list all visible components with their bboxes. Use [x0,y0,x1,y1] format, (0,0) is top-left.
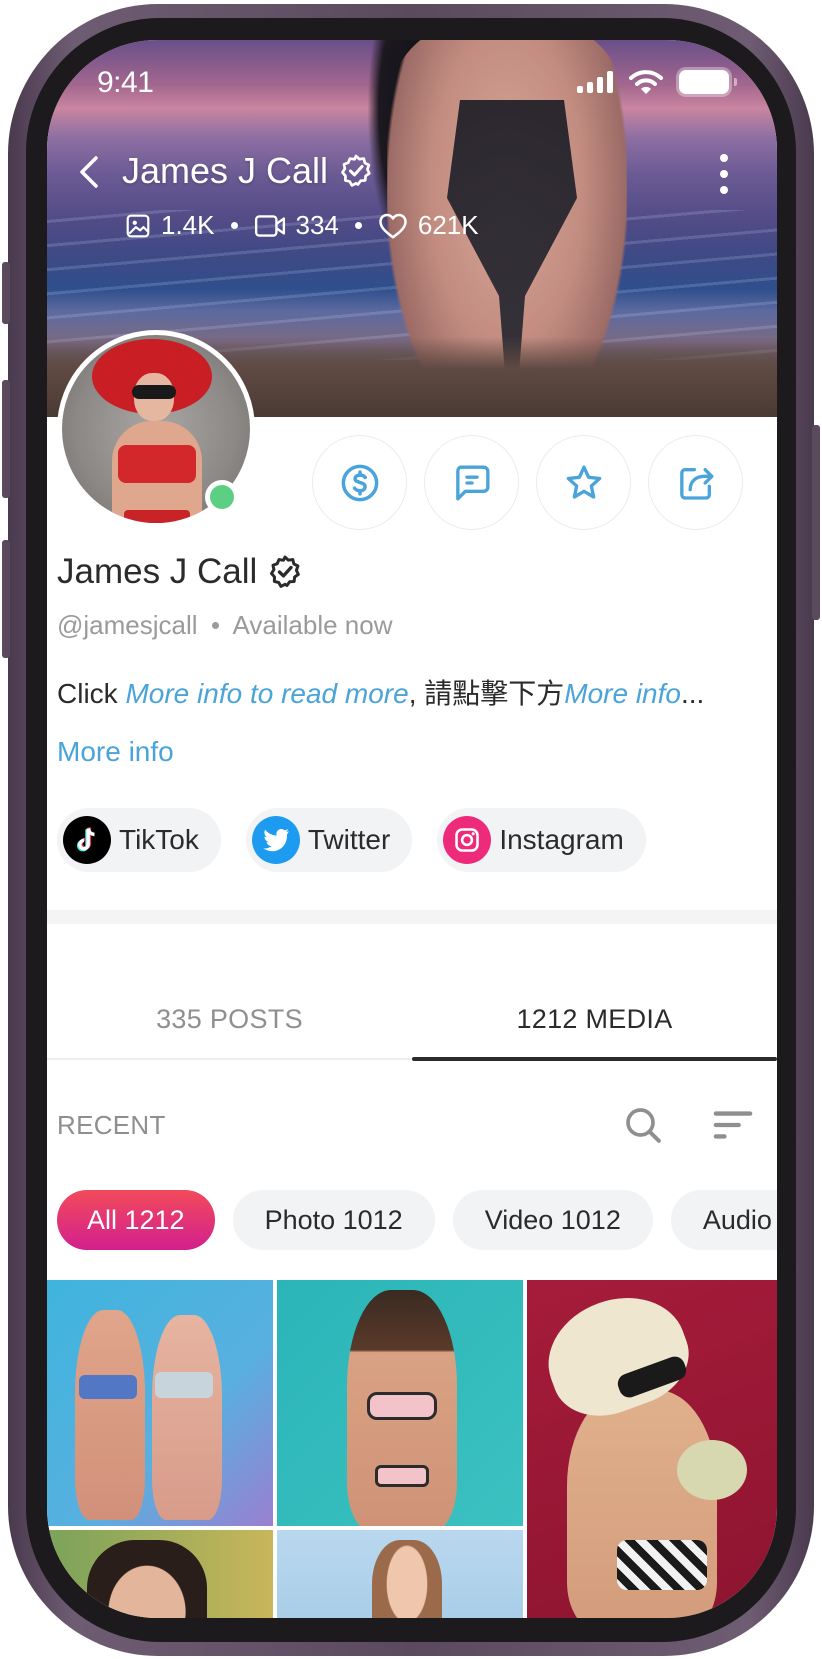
profile-name: James J Call [57,552,303,592]
dollar-circle-icon [341,464,378,501]
social-chip-tiktok[interactable]: TikTok [57,808,221,872]
back-button[interactable] [69,150,109,194]
more-info-link[interactable]: More info [57,736,174,768]
media-grid [47,1280,777,1618]
recent-label: RECENT [57,1109,166,1140]
stat-images-value: 1.4K [161,210,215,240]
instagram-icon [443,816,492,864]
status-time: 9:41 [97,66,154,99]
separator-dot [354,222,362,229]
filter-audio[interactable]: Audio [670,1190,777,1250]
filter-photo[interactable]: Photo 1012 [232,1190,435,1250]
stat-likes-value: 621K [417,210,479,240]
status-icons [577,70,737,94]
social-chip-twitter[interactable]: Twitter [245,808,413,872]
recent-toolbar: RECENT [57,1103,757,1147]
avatar-bottom [124,510,190,523]
header-title-text: James J Call [122,150,329,191]
header-stats: 1.4K 334 621K [125,210,479,241]
filter-video[interactable]: Video 1012 [452,1190,653,1250]
verified-badge-icon [341,154,371,187]
tip-button[interactable] [312,435,407,530]
search-button[interactable] [619,1101,667,1149]
bio: Click More info to read more, 請點擊下方More … [57,672,704,712]
more-vertical-icon [720,154,728,162]
tab-media[interactable]: 1212 MEDIA [412,980,777,1061]
bio-prefix: Click [57,678,126,709]
stat-images: 1.4K [125,210,215,241]
video-icon [254,214,285,237]
content-tabs: 335 POSTS 1212 MEDIA [47,980,777,1061]
profile-name-text: James J Call [57,552,258,591]
bio-middle: , 請點擊下方 [408,678,565,709]
share-button[interactable] [648,435,743,530]
header-title: James J Call [122,150,374,192]
media-tile[interactable] [277,1530,523,1618]
profile-meta: @jamesjcall Available now [57,610,393,641]
mute-switch [2,262,10,324]
message-button[interactable] [424,435,519,530]
avatar-glasses [132,385,176,399]
filter-all[interactable]: All 1212 [57,1190,215,1250]
stat-videos-value: 334 [295,210,339,240]
media-filters: All 1212 Photo 1012 Video 1012 Audio [57,1190,777,1250]
social-label-tiktok: TikTok [119,824,199,855]
profile-handle: @jamesjcall [57,610,198,640]
message-square-icon [455,465,489,501]
power-button [812,425,820,620]
social-label-twitter: Twitter [307,824,391,855]
stat-likes: 621K [378,210,479,241]
online-status-indicator [205,480,239,514]
share-icon [679,467,713,500]
media-tile[interactable] [47,1280,273,1526]
bio-link-more-info-2[interactable]: More info [564,678,681,709]
social-label-instagram: Instagram [499,824,624,855]
social-links: TikTok Twitter Instagram [57,808,646,872]
bio-link-more-info[interactable]: More info to read more [125,678,408,709]
separator-dot [211,622,219,629]
separator-dot [230,222,238,229]
image-icon [126,214,150,237]
tiktok-icon [63,816,111,864]
verified-badge-icon [270,555,301,588]
more-options-button[interactable] [709,154,739,194]
heart-icon [379,213,407,238]
tab-posts[interactable]: 335 POSTS [47,980,412,1058]
sort-button[interactable] [709,1101,757,1149]
chevron-left-icon [80,156,98,188]
section-separator [47,910,777,924]
volume-down-button [2,540,10,658]
stat-videos: 334 [254,210,339,241]
twitter-icon [251,816,300,864]
cellular-signal-icon [577,71,613,93]
favorite-button[interactable] [536,435,631,530]
volume-up-button [2,380,10,498]
search-icon [626,1108,661,1143]
sort-icon [713,1111,753,1139]
screen: 9:41 James J Call 1.4K 334 621K James J … [47,40,777,1618]
avatar-top [118,445,196,483]
bio-ellipsis: ... [680,678,705,709]
star-icon [566,465,601,499]
availability-status: Available now [232,610,393,640]
media-tile[interactable] [47,1530,273,1618]
media-tile[interactable] [277,1280,523,1526]
media-tile[interactable] [527,1280,777,1618]
social-chip-instagram[interactable]: Instagram [437,808,646,872]
battery-icon [679,70,737,94]
wifi-icon [629,70,663,94]
